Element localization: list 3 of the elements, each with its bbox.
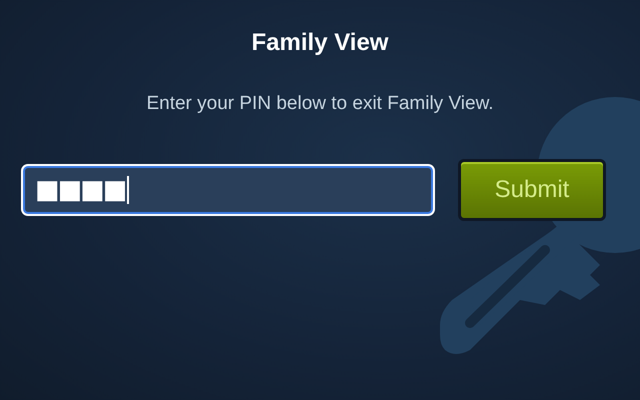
pin-field[interactable]: ■■■■ [23, 166, 433, 214]
instruction-text: Enter your PIN below to exit Family View. [146, 93, 494, 115]
dialog-title: Family View [252, 29, 388, 57]
